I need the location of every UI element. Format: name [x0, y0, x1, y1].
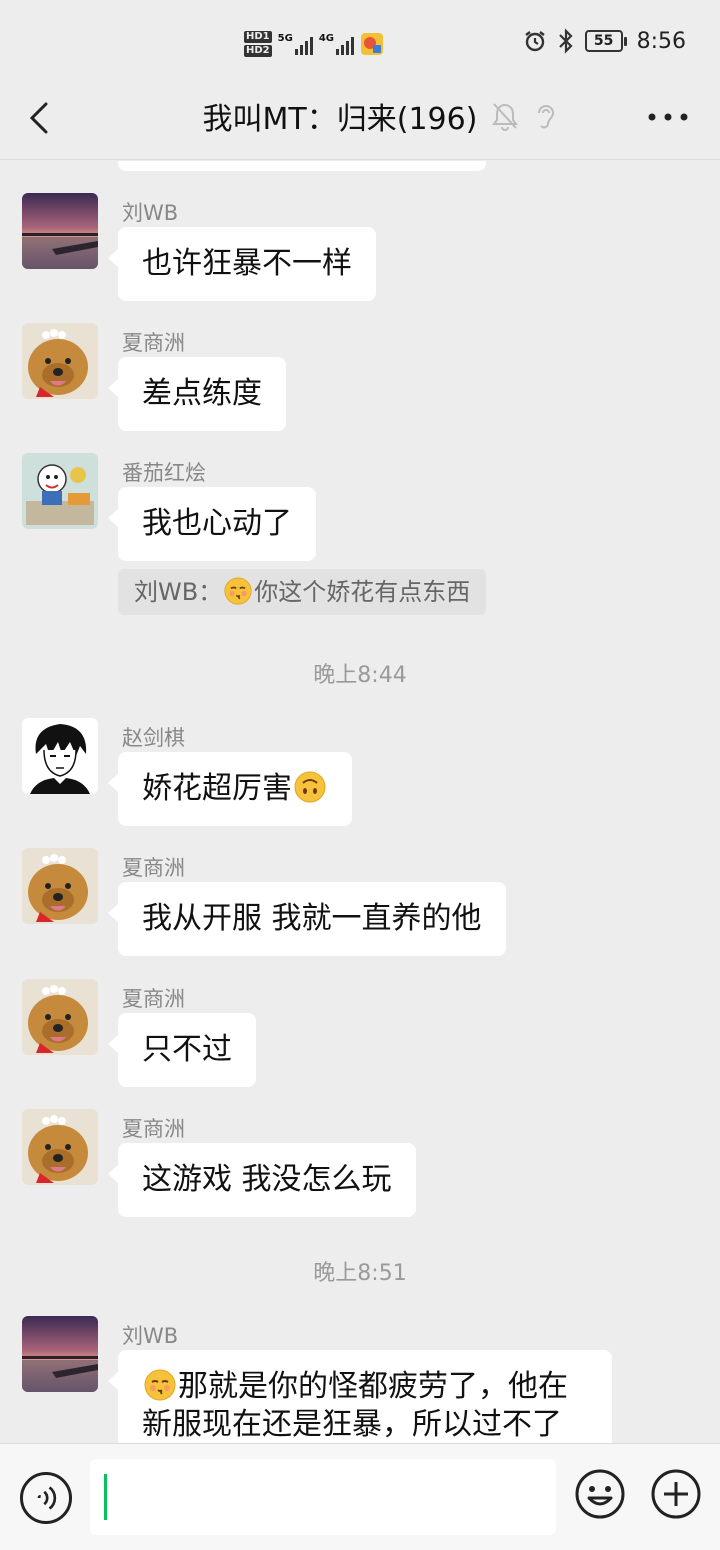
sender-name: 夏商洲 — [122, 987, 185, 1011]
sender-name: 刘WB — [122, 201, 179, 225]
message-text: 这游戏 我没怎么玩 — [142, 1162, 392, 1197]
input-bar — [0, 1443, 720, 1550]
message-text: 差点练度 — [142, 376, 262, 411]
voice-input-icon[interactable] — [20, 1472, 72, 1524]
sunset-avatar[interactable] — [22, 193, 98, 269]
quote-author: 刘WB： — [134, 578, 223, 606]
sender-name: 夏商洲 — [122, 331, 185, 355]
message-text: 我从开服 我就一直养的他 — [142, 901, 482, 936]
message-bubble[interactable]: 这游戏 我没怎么玩 — [108, 1143, 416, 1217]
sunset-avatar[interactable] — [22, 1316, 98, 1392]
message-bubble[interactable]: 只不过 — [108, 1013, 256, 1087]
add-attachment-icon[interactable] — [650, 1468, 702, 1520]
text-cursor — [104, 1474, 107, 1520]
emoji-button-icon[interactable] — [574, 1468, 626, 1520]
ear-icon — [538, 105, 555, 129]
more-options-icon[interactable] — [646, 100, 690, 134]
message-text: 新服现在还是狂暴，所以过不了 — [142, 1407, 562, 1442]
net2-label: 4G — [318, 33, 334, 44]
timestamp: 晚上8:44 — [313, 663, 407, 688]
message-bubble[interactable]: 我从开服 我就一直养的他 — [108, 882, 506, 956]
hd2-label: HD2 — [244, 45, 272, 57]
sender-name: 刘WB — [122, 1324, 179, 1348]
anime-avatar[interactable] — [22, 718, 98, 794]
message-input[interactable] — [90, 1459, 556, 1535]
message-text: 我也心动了 — [142, 506, 292, 541]
sender-name: 夏商洲 — [122, 1117, 185, 1141]
dog-avatar[interactable] — [22, 323, 98, 399]
battery-level: 55 — [584, 30, 623, 52]
dog-avatar[interactable] — [22, 1109, 98, 1185]
message-text: 也许狂暴不一样 — [142, 246, 352, 281]
chat-title: 我叫MT：归来(196) — [202, 102, 478, 137]
alarm-icon — [524, 31, 545, 52]
app-notification-icon — [360, 33, 383, 55]
signal-4g-icon: 4G — [319, 33, 354, 55]
previous-message-bubble — [118, 161, 486, 171]
sender-name: 夏商洲 — [122, 856, 185, 880]
mute-bell-icon — [492, 103, 519, 131]
message-bubble[interactable]: 娇花超厉害 — [108, 752, 352, 826]
dog-avatar[interactable] — [22, 848, 98, 924]
upside-down-face-emoji-icon — [294, 771, 326, 803]
kissing-face-emoji-icon — [224, 577, 252, 605]
message-list[interactable]: 刘WB 也许狂暴不一样 夏商洲 差点练度 番茄红烩 我也心动了 刘WB： 你这个… — [0, 161, 720, 1443]
hd1-label: HD1 — [244, 31, 272, 43]
hd-indicator: HD1 HD2 — [244, 31, 272, 57]
signal-5g-icon: 5G — [278, 33, 313, 55]
sender-name: 番茄红烩 — [122, 461, 206, 485]
sender-name: 赵剑棋 — [122, 726, 185, 750]
kissing-face-emoji-icon — [144, 1369, 176, 1401]
clock: 8:56 — [636, 28, 686, 54]
message-text: 只不过 — [142, 1032, 232, 1067]
message-text-line: 那就是你的怪都疲劳了，他在 — [142, 1368, 588, 1406]
quote-text: 你这个娇花有点东西 — [254, 578, 471, 606]
bluetooth-icon — [558, 28, 573, 54]
message-bubble[interactable]: 差点练度 — [108, 357, 286, 431]
message-bubble[interactable]: 那就是你的怪都疲劳了，他在 新服现在还是狂暴，所以过不了 — [108, 1350, 612, 1443]
network-indicators: HD1 HD2 5G 4G — [244, 24, 384, 64]
quoted-reply[interactable]: 刘WB： 你这个娇花有点东西 — [118, 569, 487, 615]
system-indicators: 55 8:56 — [523, 28, 686, 54]
message-text: 娇花超厉害 — [142, 771, 292, 806]
status-bar: HD1 HD2 5G 4G 55 8:56 — [0, 0, 720, 84]
message-bubble[interactable]: 我也心动了 — [108, 487, 316, 561]
timestamp: 晚上8:51 — [313, 1261, 407, 1286]
chat-header: 我叫MT：归来(196) — [0, 84, 720, 160]
message-bubble[interactable]: 也许狂暴不一样 — [108, 227, 376, 301]
net1-label: 5G — [277, 33, 293, 44]
dog-avatar[interactable] — [22, 979, 98, 1055]
message-text: 那就是你的怪都疲劳了，他在 — [178, 1369, 568, 1404]
cartoon-avatar[interactable] — [22, 453, 98, 529]
battery-icon: 55 — [584, 30, 627, 52]
